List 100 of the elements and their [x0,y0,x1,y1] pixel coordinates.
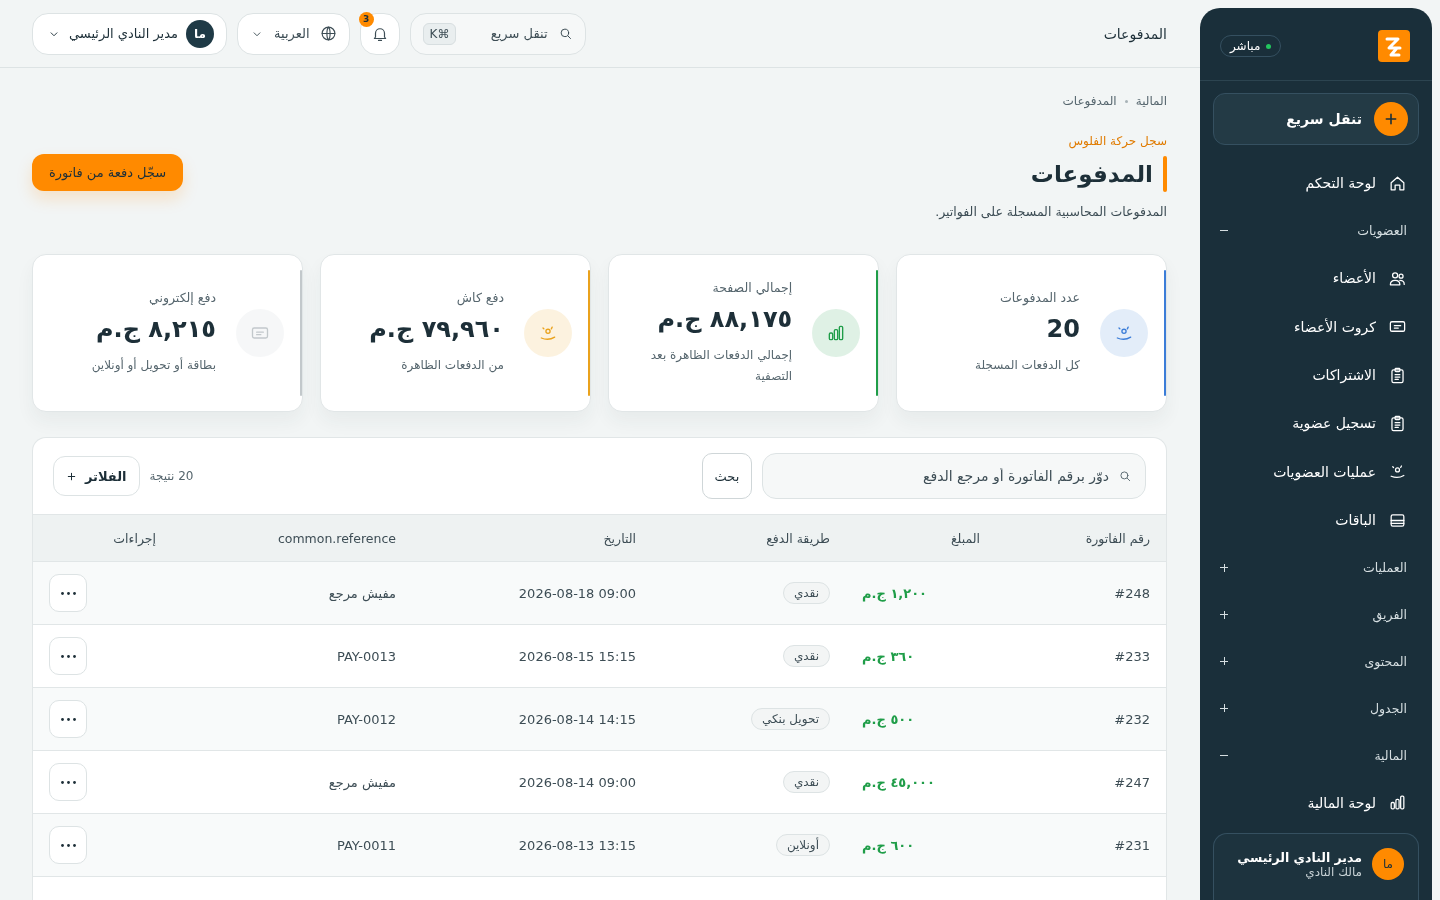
eyebrow-text: سجل حركة الفلوس [1067,134,1167,148]
table-cell-text: 2026-08-14 09:00 [517,774,637,790]
column-header: طريقة الدفع [765,530,831,546]
stat-note: كل الدفعات المسجلة [975,357,1080,375]
globe-icon [319,25,337,42]
plus-icon [1383,111,1399,127]
column-header: إجراءات [112,530,157,546]
sidebar-link[interactable]: لوحة التحكم [1200,159,1432,208]
table-cell-text: 2026-08-14 14:15 [517,711,637,727]
section-label: الجدول [1369,700,1407,716]
stat-note: إجمالي الدفعات الظاهرة بعد التصفية [649,347,793,385]
home-icon [1388,173,1407,193]
table-cell-text: 2026-08-18 09:00 [517,585,637,601]
search-button[interactable]: بحث [702,453,752,499]
table-cell-text: #248 [1113,585,1151,601]
table-cell-text: #231 [1113,837,1151,853]
language-select[interactable]: العربية [237,12,350,55]
method-tag: نقدي [782,771,830,793]
filters-button[interactable]: الفلاتر [53,456,140,496]
user-menu[interactable]: ما مدير النادي الرئيسي [32,12,227,55]
amount-cell-text: ٤٥,٠٠٠ ج.م [861,774,936,790]
sidebar-link[interactable]: الاشتراكات [1200,350,1432,400]
method-tag: تحويل بنكي [750,708,830,730]
sidebar-link[interactable]: تسجيل عضوية [1200,399,1432,448]
toggle-icon[interactable] [1220,704,1228,713]
page-description: المدفوعات المحاسبية المسجلة على الفواتير. [935,204,1167,219]
table-cell-text: مفيش مرجع [327,774,397,790]
table-cell-text: 2026-08-15 15:15 [517,648,637,664]
breadcrumb-separator [1124,99,1128,103]
record-payment-button[interactable]: سجّل دفعة من فاتورة [32,154,184,191]
more-icon [60,717,76,721]
amount-cell-text: ٣٦٠ ج.م [861,648,916,664]
sidebar-link[interactable]: لوحة المالية [1200,778,1432,827]
amount-cell-text: ١,٢٠٠ ج.م [861,585,929,601]
clipboard-icon [1388,365,1407,385]
section-header[interactable]: المالية [1200,731,1432,779]
amount-cell-text: ٥٠٠ ج.م [861,711,916,727]
section-label: العضويات [1357,223,1407,239]
notifications-button[interactable]: 3 [359,12,400,55]
sidebar-link[interactable]: عمليات العضويات [1200,447,1432,496]
more-icon [60,654,76,658]
user-name: مدير النادي الرئيسي [1237,849,1362,865]
shortcut-key: ⌘K [422,22,457,45]
stat-note: بطاقة أو تحويل أو أونلاين [91,356,216,375]
title-accent-bar [1163,156,1167,192]
more-icon [60,843,76,847]
stat-label: إجمالي الصفحة [711,280,793,296]
stat-label: دفع كاش [455,290,504,306]
breadcrumb-link[interactable]: المالية [1135,94,1167,108]
notification-badge: 3 [358,11,374,27]
amount-cell-text: ٦٠٠ ج.م [861,837,916,853]
section-header[interactable]: المحتوى [1200,638,1432,685]
status-dot [1266,43,1272,49]
more-icon [60,591,76,595]
section-label: المالية [1374,747,1407,763]
table-cell-text: مفيش مرجع [327,585,397,601]
table-cell-text: #233 [1113,648,1151,664]
sidebar-link[interactable]: كروت الأعضاء [1200,302,1432,351]
user-card[interactable]: ما مدير النادي الرئيسي مالك النادي [1213,833,1419,900]
page-title: المدفوعات [1103,25,1167,42]
plus-icon [66,470,77,482]
section-label: المحتوى [1364,653,1407,669]
more-icon [60,780,76,784]
quick-nav-button[interactable]: تنقل سريع [1213,93,1419,145]
avatar: ما [186,19,214,48]
method-tag: أونلاين [775,834,830,856]
stat-value: 20 [1045,315,1080,344]
sidebar-link[interactable]: الباقات [1200,495,1432,545]
result-count: 20 نتيجة [149,469,194,483]
table-cell-text: #247 [1113,774,1151,790]
breadcrumb-link[interactable]: المدفوعات [1062,94,1117,108]
logo-icon [1378,30,1410,62]
stat-value: ٨,٢١٥ ج.م [94,315,216,344]
toggle-icon[interactable] [1220,610,1228,619]
table-cell-text: PAY-0011 [335,837,397,853]
table-cell-text: PAY-0012 [335,711,397,727]
section-label: الفريق [1372,607,1407,623]
section-header[interactable]: العضويات [1200,207,1432,255]
user-role: مالك النادي [1305,864,1362,879]
stat-note: من الدفعات الظاهرة [400,357,504,375]
column-header: common.reference [276,530,397,546]
toggle-icon[interactable] [1220,657,1228,666]
section-header[interactable]: الجدول [1200,684,1432,732]
table-cell-text: PAY-0013 [335,648,397,664]
page-heading: المدفوعات [1030,161,1153,187]
stat-value: ٧٩,٩٦٠ ج.م [369,315,504,344]
section-header[interactable]: العمليات [1200,544,1432,592]
sidebar-link[interactable]: الأعضاء [1200,254,1432,303]
section-label: العمليات [1362,560,1407,576]
method-tag: نقدي [782,582,830,604]
section-header[interactable]: الفريق [1200,591,1432,639]
clipboard-icon [1388,413,1407,433]
table-cell-text: 2026-08-13 13:15 [517,837,637,853]
column-header: رقم الفاتورة [1084,530,1151,546]
column-header: التاريخ [602,530,637,546]
method-tag: نقدي [782,645,830,667]
avatar: ما [1372,848,1404,880]
stat-value: ٨٨,١٧٥ ج.م [656,305,793,334]
table-cell-text: #232 [1113,711,1151,727]
toggle-icon[interactable] [1220,563,1228,572]
